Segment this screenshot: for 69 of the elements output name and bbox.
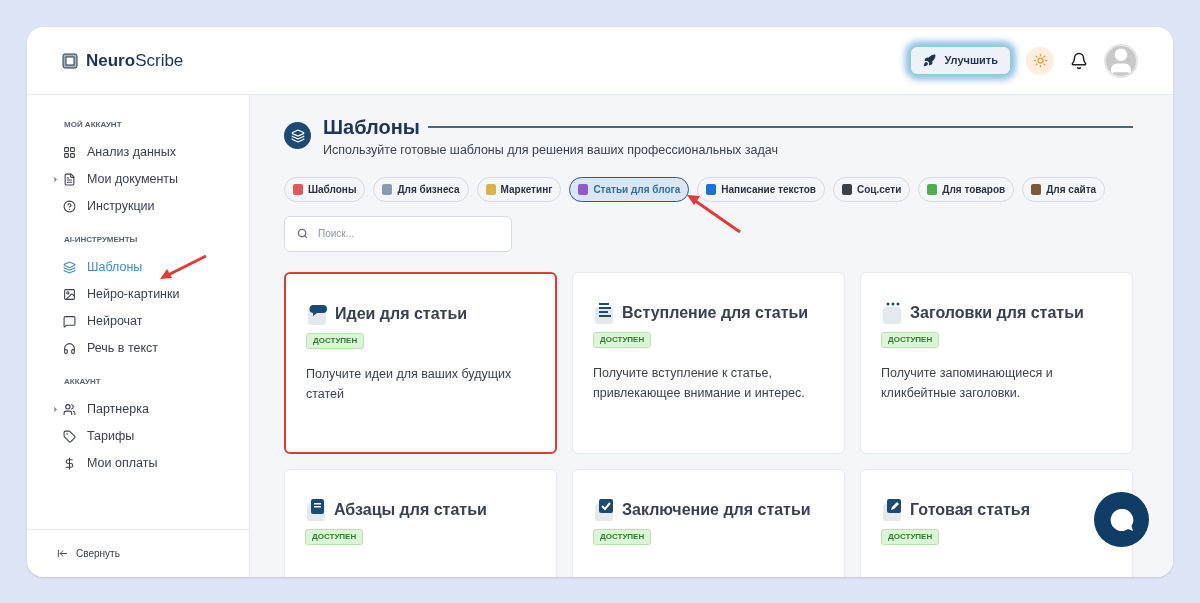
grid-icon bbox=[63, 146, 76, 159]
template-card[interactable]: Вступление для статьи ДОСТУПЕН Получите вступление к статье, привлекающее внимание и интерес. bbox=[572, 271, 845, 454]
card-title: Готовая статья bbox=[910, 499, 1030, 520]
image-icon bbox=[63, 288, 76, 301]
category-chip[interactable]: Для товаров bbox=[918, 176, 1015, 202]
status-badge: ДОСТУПЕН bbox=[305, 528, 364, 545]
sidebar-item[interactable]: Анализ данных bbox=[47, 139, 249, 166]
status-badge: ДОСТУПЕН bbox=[881, 331, 940, 348]
sidebar-item[interactable]: Партнерка bbox=[47, 396, 249, 423]
category-chip[interactable]: Статьи для блога bbox=[569, 176, 690, 202]
template-card[interactable]: Идеи для статьи ДОСТУПЕН Получите идеи для ваших будущих статей bbox=[284, 271, 557, 454]
sidebar-item[interactable]: Нейрочат bbox=[47, 308, 249, 335]
category-chip[interactable]: Соц.сети bbox=[833, 176, 911, 202]
category-chip[interactable]: Шаблоны bbox=[284, 176, 366, 202]
card-title: Идеи для статьи bbox=[335, 303, 468, 324]
sidebar-item[interactable]: Инструкции bbox=[47, 193, 249, 220]
sidebar-item[interactable]: Шаблоны bbox=[47, 254, 249, 281]
template-card[interactable]: Абзацы для статьи ДОСТУПЕН bbox=[284, 468, 557, 577]
help-icon bbox=[63, 200, 76, 213]
layers-icon bbox=[63, 261, 76, 274]
annotation-arrow bbox=[684, 192, 742, 234]
status-badge: ДОСТУПЕН bbox=[306, 332, 365, 349]
category-chip[interactable]: Для бизнеса bbox=[373, 176, 469, 202]
card-title: Заголовки для статьи bbox=[910, 302, 1084, 323]
category-chip[interactable]: Маркетинг bbox=[476, 176, 562, 202]
annotation-arrow bbox=[158, 254, 208, 282]
sidebar-item[interactable]: Мои оплаты bbox=[47, 450, 249, 477]
status-badge: ДОСТУПЕН bbox=[881, 528, 940, 545]
card-title: Абзацы для статьи bbox=[334, 499, 487, 520]
category-chip[interactable]: Для сайта bbox=[1022, 176, 1106, 202]
tag-icon bbox=[63, 430, 76, 443]
headphones-icon bbox=[63, 342, 76, 355]
template-card[interactable]: Заключение для статьи ДОСТУПЕН bbox=[572, 468, 845, 577]
card-title: Заключение для статьи bbox=[622, 499, 811, 520]
card-description: Получите вступление к статье, привлекающее внимание и интерес. bbox=[593, 364, 806, 402]
category-chip[interactable]: Написание текстов bbox=[697, 176, 825, 202]
sidebar-item[interactable]: Речь в текст bbox=[47, 335, 249, 362]
status-badge: ДОСТУПЕН bbox=[593, 331, 652, 348]
theme-toggle[interactable] bbox=[1026, 46, 1054, 75]
collapse-button[interactable]: Свернуть bbox=[57, 546, 120, 561]
chat-bubble-icon bbox=[1108, 506, 1135, 533]
search-icon bbox=[297, 227, 308, 239]
template-card[interactable]: Заголовки для статьи ДОСТУПЕН Получите запоминающиеся и кликбейтные заголовки. bbox=[860, 271, 1133, 454]
upgrade-button[interactable]: Улучшить bbox=[911, 47, 1010, 74]
rocket-icon bbox=[923, 54, 937, 67]
card-description: Получите запоминающиеся и кликбейтные заголовки. bbox=[881, 364, 1054, 402]
layers-badge-icon bbox=[284, 122, 311, 150]
card-description: Получите идеи для ваших будущих статей bbox=[306, 365, 513, 403]
section-heading: AI-ИНСТРУМЕНТЫ bbox=[63, 234, 139, 246]
sun-icon bbox=[1032, 53, 1048, 68]
page-subtitle: Используйте готовые шаблоны для решения ваших профессиональных задач bbox=[323, 142, 779, 159]
card-title: Вступление для статьи bbox=[622, 302, 809, 323]
page-title: Шаблоны bbox=[323, 115, 420, 140]
document-icon bbox=[63, 173, 76, 186]
status-badge: ДОСТУПЕН bbox=[593, 528, 652, 545]
notification-icon[interactable] bbox=[1070, 51, 1088, 70]
users-icon bbox=[63, 403, 76, 416]
section-heading: МОЙ АККАУНТ bbox=[63, 119, 123, 131]
sidebar-item[interactable]: Нейро-картинки bbox=[47, 281, 249, 308]
chat-icon bbox=[63, 315, 76, 328]
sidebar-item[interactable]: Мои документы bbox=[47, 166, 249, 193]
section-heading: АККАУНТ bbox=[63, 376, 102, 388]
sidebar-item[interactable]: Тарифы bbox=[47, 423, 249, 450]
logo-icon bbox=[62, 52, 78, 69]
logo-text: NeuroScribe bbox=[86, 49, 184, 72]
collapse-icon bbox=[57, 548, 68, 559]
search-field[interactable]: Поиск... bbox=[284, 215, 512, 252]
dollar-icon bbox=[63, 457, 76, 470]
template-card[interactable]: Готовая статья ДОСТУПЕН bbox=[860, 468, 1133, 577]
